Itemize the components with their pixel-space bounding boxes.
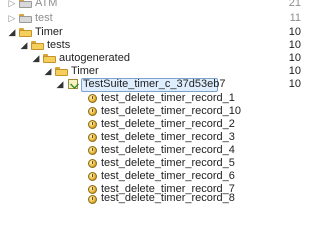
project-folder-icon (19, 28, 32, 37)
tree-item-timer-project[interactable]: ◢ Timer 10 (0, 26, 330, 39)
test-case-icon (88, 94, 97, 103)
test-case-icon (88, 146, 97, 155)
collapse-arrow-icon[interactable]: ◢ (20, 40, 28, 51)
tree-item-label: autogenerated (59, 52, 130, 64)
tree-item-autogenerated[interactable]: ◢ autogenerated 10 (0, 52, 330, 65)
project-folder-icon (19, 14, 32, 23)
folder-icon (55, 67, 68, 76)
test-case-icon (88, 120, 97, 129)
test-case-icon (88, 185, 97, 194)
tree-item-test-case[interactable]: test_delete_timer_record_4 (0, 144, 330, 157)
test-explorer-tree: ▷ ATM 21 ▷ test 11 ◢ Timer 10 ◢ tests 10… (0, 0, 330, 204)
collapse-arrow-icon[interactable]: ◢ (8, 27, 16, 38)
tree-item-label: Timer (35, 26, 63, 38)
tree-item-test-case[interactable]: test_delete_timer_record_8 (0, 192, 330, 209)
tree-item-count: 21 (288, 0, 301, 9)
tree-item-label: ATM (35, 0, 58, 9)
tree-item-tests[interactable]: ◢ tests 10 (0, 39, 330, 52)
tree-item-label: test_delete_timer_record_2 (101, 118, 235, 130)
tree-item-label: test_delete_timer_record_1 (101, 92, 235, 104)
tree-item-test[interactable]: ▷ test 11 (0, 12, 330, 25)
tree-item-label: test (35, 12, 53, 24)
tree-item-count: 10 (288, 26, 301, 38)
tree-item-timer-folder[interactable]: ◢ Timer 10 (0, 65, 330, 78)
tree-item-test-case[interactable]: test_delete_timer_record_2 (0, 118, 330, 131)
tree-item-count: 10 (288, 65, 301, 77)
tree-item-label: Timer (71, 65, 99, 77)
tree-item-count: 10 (288, 52, 301, 64)
test-case-icon (88, 195, 97, 204)
tree-item-test-case[interactable]: test_delete_timer_record_3 (0, 131, 330, 144)
project-folder-icon (19, 0, 32, 8)
tree-item-test-suite[interactable]: ◢ TestSuite_timer_c_37d53eb7 10 (0, 78, 330, 92)
test-suite-icon (67, 78, 80, 91)
tree-item-test-case[interactable]: test_delete_timer_record_6 (0, 170, 330, 183)
folder-icon (31, 41, 44, 50)
tree-item-label: test_delete_timer_record_3 (101, 131, 235, 143)
test-case-icon (88, 172, 97, 181)
test-case-icon (88, 159, 97, 168)
tree-item-label: test_delete_timer_record_6 (101, 170, 235, 182)
test-case-icon (88, 133, 97, 142)
folder-icon (43, 54, 56, 63)
tree-item-test-case[interactable]: test_delete_timer_record_5 (0, 157, 330, 170)
tree-item-label: TestSuite_timer_c_37d53eb7 (83, 78, 226, 90)
collapse-arrow-icon[interactable]: ◢ (44, 66, 52, 77)
collapse-arrow-icon[interactable]: ◢ (32, 53, 40, 64)
tree-item-label: test_delete_timer_record_8 (101, 192, 235, 204)
tree-item-count: 11 (289, 12, 301, 24)
tree-item-label: test_delete_timer_record_5 (101, 157, 235, 169)
tree-item-test-case[interactable]: test_delete_timer_record_10 (0, 105, 330, 118)
tree-item-label: test_delete_timer_record_4 (101, 144, 235, 156)
tree-item-label: tests (47, 39, 71, 51)
expand-arrow-icon[interactable]: ▷ (8, 13, 16, 24)
tree-item-atm[interactable]: ▷ ATM 21 (0, 0, 330, 10)
tree-item-count: 10 (288, 78, 301, 90)
tree-item-count: 10 (288, 39, 301, 51)
collapse-arrow-icon[interactable]: ◢ (56, 79, 64, 90)
expand-arrow-icon[interactable]: ▷ (8, 0, 16, 9)
test-case-icon (88, 107, 97, 116)
tree-item-test-case[interactable]: test_delete_timer_record_1 (0, 92, 330, 105)
tree-item-label: test_delete_timer_record_10 (101, 105, 242, 117)
